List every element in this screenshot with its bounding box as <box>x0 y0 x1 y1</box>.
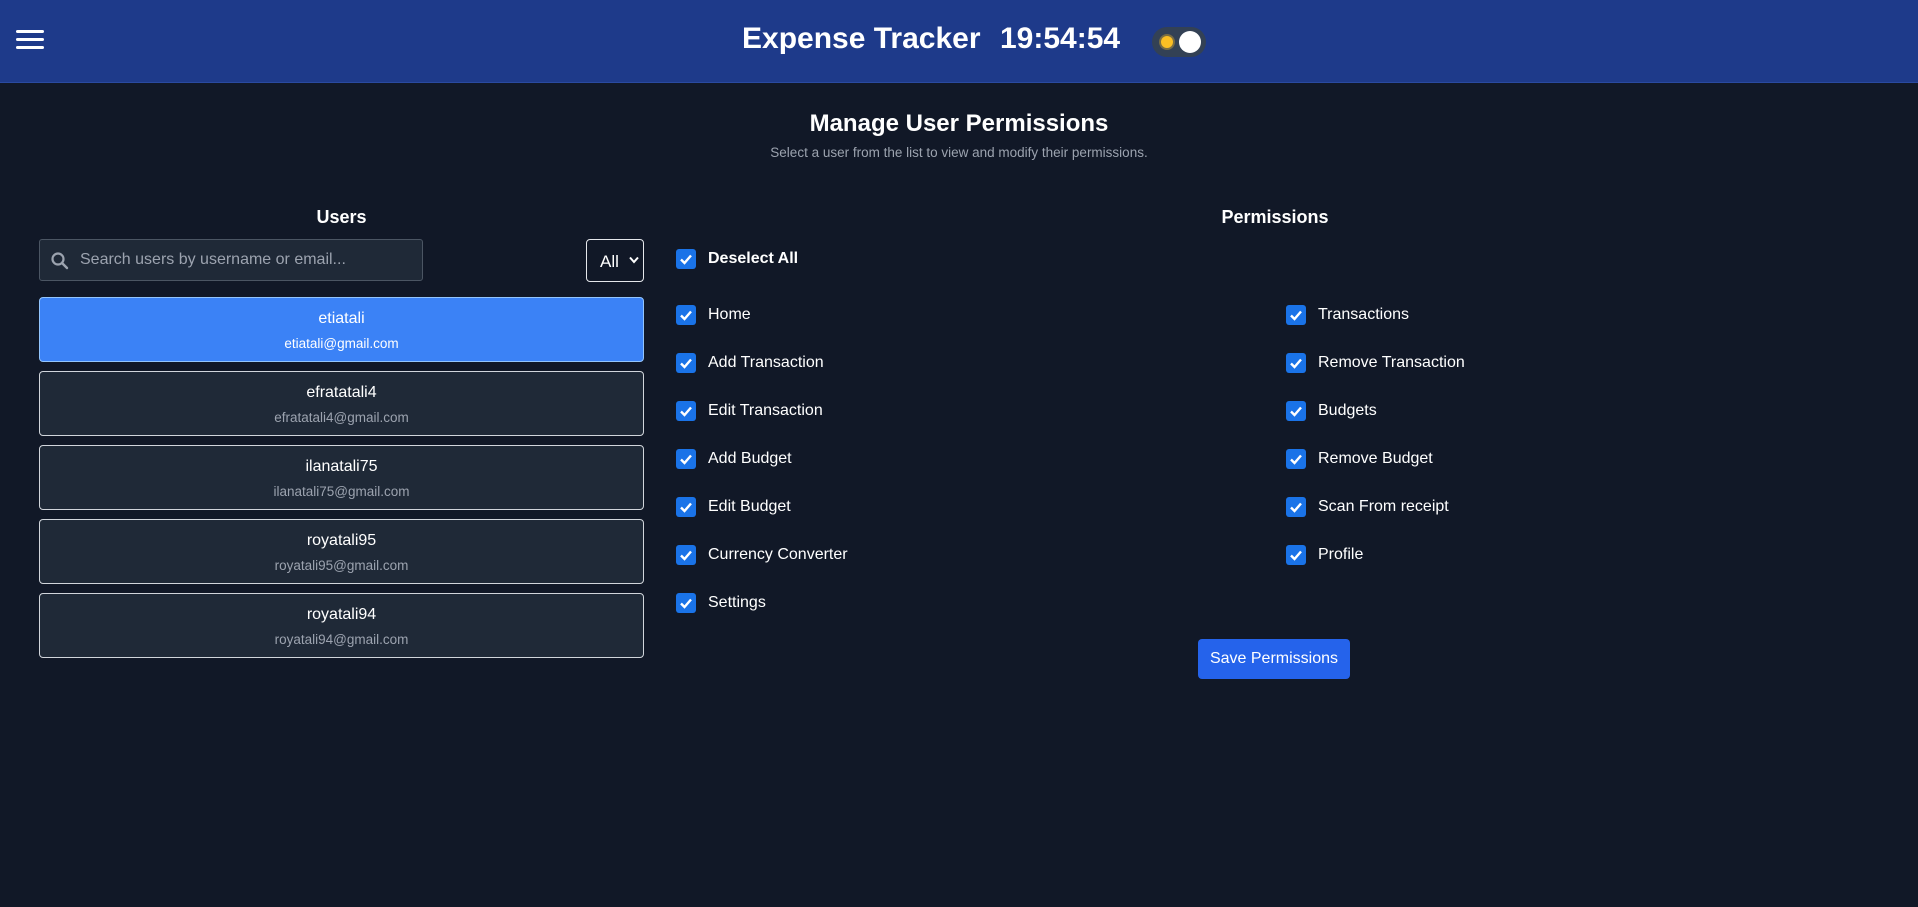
select-all-checkbox[interactable] <box>676 249 696 269</box>
checkmark-icon <box>680 454 692 465</box>
checkmark-icon <box>1290 310 1302 321</box>
checkmark-icon <box>1290 550 1302 561</box>
user-username: royatali95 <box>306 532 377 549</box>
user-username: efratatali4 <box>306 384 377 401</box>
page-title: Manage User Permissions <box>809 110 1109 137</box>
checkmark-icon <box>680 358 692 369</box>
permission-checkbox-edit-transaction[interactable] <box>676 401 696 421</box>
permission-checkbox-currency-converter[interactable] <box>676 545 696 565</box>
permission-checkbox-remove-transaction[interactable] <box>1286 353 1306 373</box>
permission-checkbox-add-transaction[interactable] <box>676 353 696 373</box>
permission-checkbox-scan-from-receipt[interactable] <box>1286 497 1306 517</box>
users-heading: Users <box>316 207 367 227</box>
permission-label: Budgets <box>1318 402 1377 419</box>
checkmark-icon <box>680 406 692 417</box>
checkmark-icon <box>1290 358 1302 369</box>
user-username: royatali94 <box>306 606 377 623</box>
checkmark-icon <box>680 598 692 609</box>
sun-icon <box>1161 36 1173 48</box>
permission-label: Profile <box>1318 546 1364 563</box>
permission-label: Edit Transaction <box>708 402 823 419</box>
checkmark-icon <box>680 502 692 513</box>
checkmark-icon <box>680 310 692 321</box>
permission-checkbox-profile[interactable] <box>1286 545 1306 565</box>
user-username: etiatali <box>318 310 365 327</box>
save-permissions-button[interactable]: Save Permissions <box>1198 639 1350 679</box>
select-all-label: Deselect All <box>708 250 799 267</box>
user-email: ilanatali75@gmail.com <box>273 484 410 499</box>
user-card[interactable]: royatali94 royatali94@gmail.com <box>39 593 644 658</box>
theme-toggle[interactable] <box>1152 27 1206 57</box>
menu-icon[interactable] <box>16 29 44 51</box>
permission-label: Currency Converter <box>708 546 848 563</box>
permission-label: Add Transaction <box>708 354 824 371</box>
permission-checkbox-add-budget[interactable] <box>676 449 696 469</box>
search-box <box>39 239 423 281</box>
user-card[interactable]: ilanatali75 ilanatali75@gmail.com <box>39 445 644 510</box>
user-email: royatali95@gmail.com <box>274 558 409 573</box>
permission-label: Add Budget <box>708 450 792 467</box>
permission-label: Remove Transaction <box>1318 354 1465 371</box>
search-icon <box>51 252 69 270</box>
permission-checkbox-budgets[interactable] <box>1286 401 1306 421</box>
user-filter-select[interactable]: All <box>586 239 644 282</box>
checkmark-icon <box>1290 406 1302 417</box>
chevron-down-icon <box>629 256 639 264</box>
user-card[interactable]: etiatali etiatali@gmail.com <box>39 297 644 362</box>
clock: 19:54:54 <box>1000 22 1121 55</box>
user-card[interactable]: efratatali4 efratatali4@gmail.com <box>39 371 644 436</box>
search-input[interactable] <box>80 240 416 280</box>
permission-checkbox-edit-budget[interactable] <box>676 497 696 517</box>
checkmark-icon <box>1290 454 1302 465</box>
permission-label: Scan From receipt <box>1318 498 1449 515</box>
user-card[interactable]: royatali95 royatali95@gmail.com <box>39 519 644 584</box>
app-header: Expense Tracker 19:54:54 <box>0 0 1918 83</box>
checkmark-icon <box>1290 502 1302 513</box>
permission-checkbox-settings[interactable] <box>676 593 696 613</box>
permission-label: Edit Budget <box>708 498 791 515</box>
user-username: ilanatali75 <box>305 458 378 475</box>
permission-label: Settings <box>708 594 766 611</box>
permission-checkbox-remove-budget[interactable] <box>1286 449 1306 469</box>
checkmark-icon <box>680 254 692 265</box>
filter-selected-value: All <box>600 252 619 271</box>
permission-checkbox-home[interactable] <box>676 305 696 325</box>
toggle-knob <box>1179 31 1201 53</box>
permission-checkbox-transactions[interactable] <box>1286 305 1306 325</box>
page-subtitle: Select a user from the list to view and … <box>770 145 1148 160</box>
checkmark-icon <box>680 550 692 561</box>
permissions-heading: Permissions <box>1221 207 1329 227</box>
permission-label: Transactions <box>1318 306 1409 323</box>
user-email: efratatali4@gmail.com <box>274 410 409 425</box>
user-email: royatali94@gmail.com <box>274 632 409 647</box>
permission-label: Home <box>708 306 751 323</box>
user-email: etiatali@gmail.com <box>284 336 399 351</box>
permission-label: Remove Budget <box>1318 450 1433 467</box>
app-title: Expense Tracker <box>742 22 981 55</box>
